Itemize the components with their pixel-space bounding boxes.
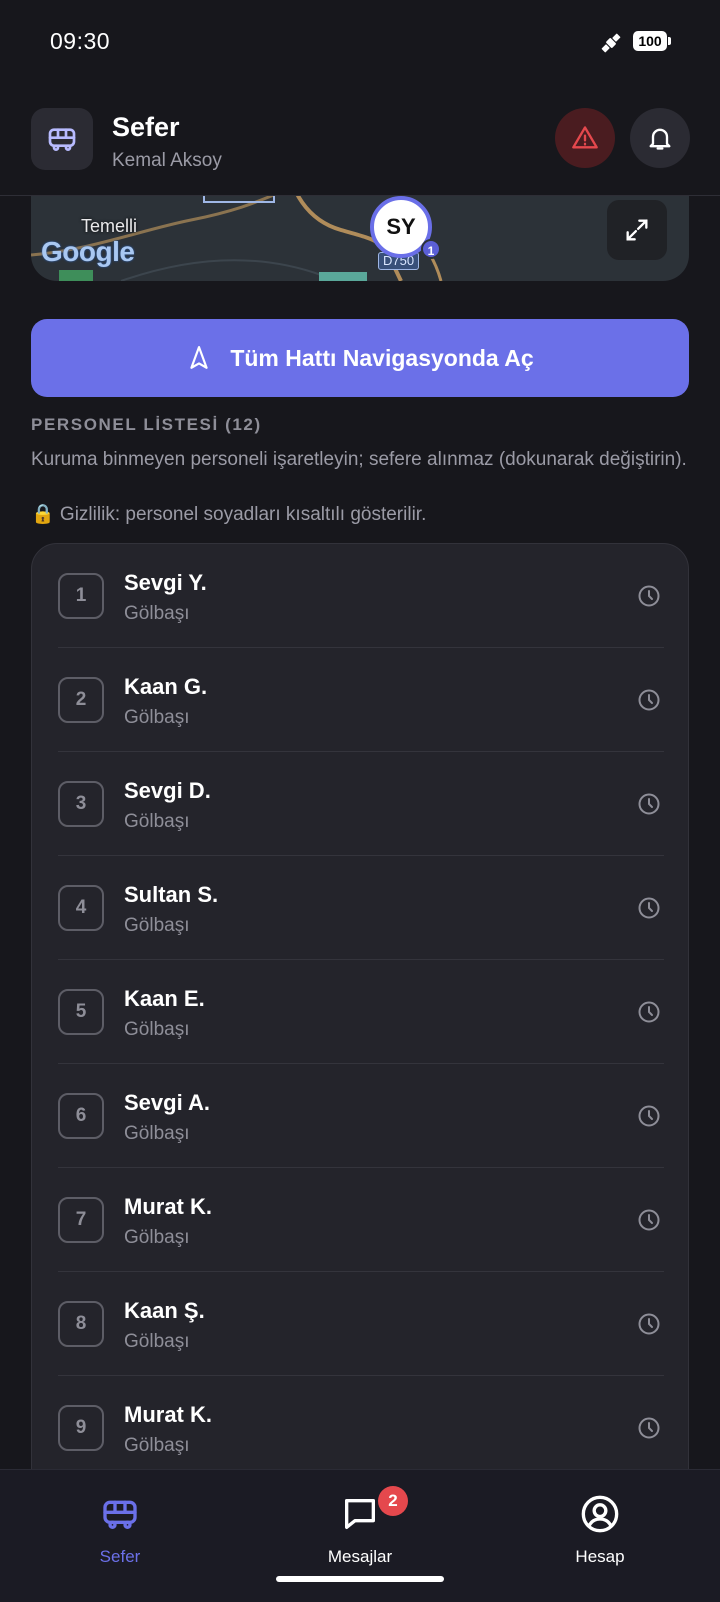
- tab-sefer[interactable]: Sefer: [20, 1470, 220, 1570]
- expand-icon: [626, 219, 648, 241]
- personnel-name: Kaan E.: [124, 986, 205, 1011]
- clock-icon[interactable]: [637, 1208, 661, 1232]
- privacy-note: 🔒 Gizlilik: personel soyadları kısaltılı…: [31, 504, 427, 525]
- map-provider-logo: Google: [41, 236, 135, 267]
- navigation-arrow-icon: [190, 346, 208, 369]
- message-icon: [345, 1499, 375, 1529]
- table-row[interactable]: 9 Murat K. Gölbaşı: [32, 1376, 688, 1480]
- messages-badge: 2: [378, 1486, 408, 1516]
- table-row[interactable]: 4 Sultan S. Gölbaşı: [32, 856, 688, 960]
- bus-icon: [48, 128, 76, 151]
- driver-name: Kemal Aksoy: [112, 150, 222, 171]
- clock-icon[interactable]: [637, 1104, 661, 1128]
- row-index: 9: [58, 1405, 104, 1451]
- row-index: 8: [58, 1301, 104, 1347]
- map-marker-badge: 1: [421, 239, 441, 259]
- account-icon: [581, 1495, 619, 1533]
- table-row[interactable]: 6 Sevgi A. Gölbaşı: [32, 1064, 688, 1168]
- notifications-button[interactable]: [630, 108, 690, 168]
- row-index: 4: [58, 885, 104, 931]
- bus-app-icon: [31, 108, 93, 170]
- emergency-alert-button[interactable]: [555, 108, 615, 168]
- status-bar: 09:30 100: [0, 0, 720, 84]
- personnel-location: Gölbaşı: [124, 1123, 190, 1144]
- row-index: 6: [58, 1093, 104, 1139]
- row-index: 5: [58, 989, 104, 1035]
- tab-hesap-label: Hesap: [575, 1547, 625, 1566]
- home-indicator: [276, 1576, 444, 1582]
- personnel-name: Murat K.: [124, 1402, 212, 1427]
- table-row[interactable]: 8 Kaan Ş. Gölbaşı: [32, 1272, 688, 1376]
- clock-icon[interactable]: [637, 1000, 661, 1024]
- page-title: Sefer: [112, 112, 180, 142]
- open-route-navigation-label: Tüm Hattı Navigasyonda Aç: [230, 344, 534, 371]
- row-index: 3: [58, 781, 104, 827]
- row-index: 1: [58, 573, 104, 619]
- open-route-navigation-button[interactable]: Tüm Hattı Navigasyonda Aç: [31, 319, 689, 397]
- personnel-location: Gölbaşı: [124, 1331, 190, 1352]
- personnel-location: Gölbaşı: [124, 811, 190, 832]
- bottom-navigation: Sefer 2 Mesajlar Hesap: [0, 1469, 720, 1602]
- table-row[interactable]: 5 Kaan E. Gölbaşı: [32, 960, 688, 1064]
- map-expand-button[interactable]: [607, 200, 667, 260]
- clock-icon[interactable]: [637, 584, 661, 608]
- tab-mesajlar[interactable]: 2 Mesajlar: [260, 1470, 460, 1570]
- personnel-name: Sultan S.: [124, 882, 219, 907]
- map-place-label: Temelli: [81, 216, 138, 236]
- personnel-location: Gölbaşı: [124, 1435, 190, 1456]
- app-header: Sefer Kemal Aksoy: [0, 84, 720, 196]
- clock-icon[interactable]: [637, 1416, 661, 1440]
- row-index: 2: [58, 677, 104, 723]
- bus-icon: [103, 1500, 137, 1529]
- personnel-location: Gölbaşı: [124, 603, 190, 624]
- personnel-name: Kaan G.: [124, 674, 208, 699]
- table-row[interactable]: 3 Sevgi D. Gölbaşı: [32, 752, 688, 856]
- clock-icon[interactable]: [637, 896, 661, 920]
- personnel-list: 1 Sevgi Y. Gölbaşı 2 Kaan G. Gölbaşı 3 Sevgi D.…: [31, 543, 689, 1602]
- clock-icon[interactable]: [637, 688, 661, 712]
- satellite-icon: [601, 33, 621, 53]
- clock-icon[interactable]: [637, 1312, 661, 1336]
- clock-icon[interactable]: [637, 792, 661, 816]
- personnel-name: Murat K.: [124, 1194, 212, 1219]
- table-row[interactable]: 2 Kaan G. Gölbaşı: [32, 648, 688, 752]
- personnel-location: Gölbaşı: [124, 1019, 190, 1040]
- personnel-name: Sevgi A.: [124, 1090, 210, 1115]
- map-marker-initials: SY: [386, 214, 416, 239]
- personnel-name: Sevgi Y.: [124, 570, 207, 595]
- row-index: 7: [58, 1197, 104, 1243]
- personnel-name: Sevgi D.: [124, 778, 211, 803]
- tab-hesap[interactable]: Hesap: [500, 1470, 700, 1570]
- personnel-location: Gölbaşı: [124, 915, 190, 936]
- personnel-name: Kaan Ş.: [124, 1298, 205, 1323]
- battery-indicator: 100: [633, 31, 671, 51]
- table-row[interactable]: 7 Murat K. Gölbaşı: [32, 1168, 688, 1272]
- personnel-list-description: Kuruma binmeyen personeli işaretleyin; s…: [31, 449, 687, 470]
- table-row[interactable]: 1 Sevgi Y. Gölbaşı: [32, 544, 688, 648]
- bell-icon: [649, 128, 671, 150]
- tab-mesajlar-label: Mesajlar: [327, 1547, 393, 1566]
- personnel-location: Gölbaşı: [124, 707, 190, 728]
- personnel-location: Gölbaşı: [124, 1227, 190, 1248]
- warning-icon: [572, 126, 598, 149]
- status-time: 09:30: [50, 28, 111, 54]
- tab-sefer-label: Sefer: [99, 1547, 141, 1566]
- personnel-list-title: PERSONEL LİSTESİ (12): [31, 415, 262, 434]
